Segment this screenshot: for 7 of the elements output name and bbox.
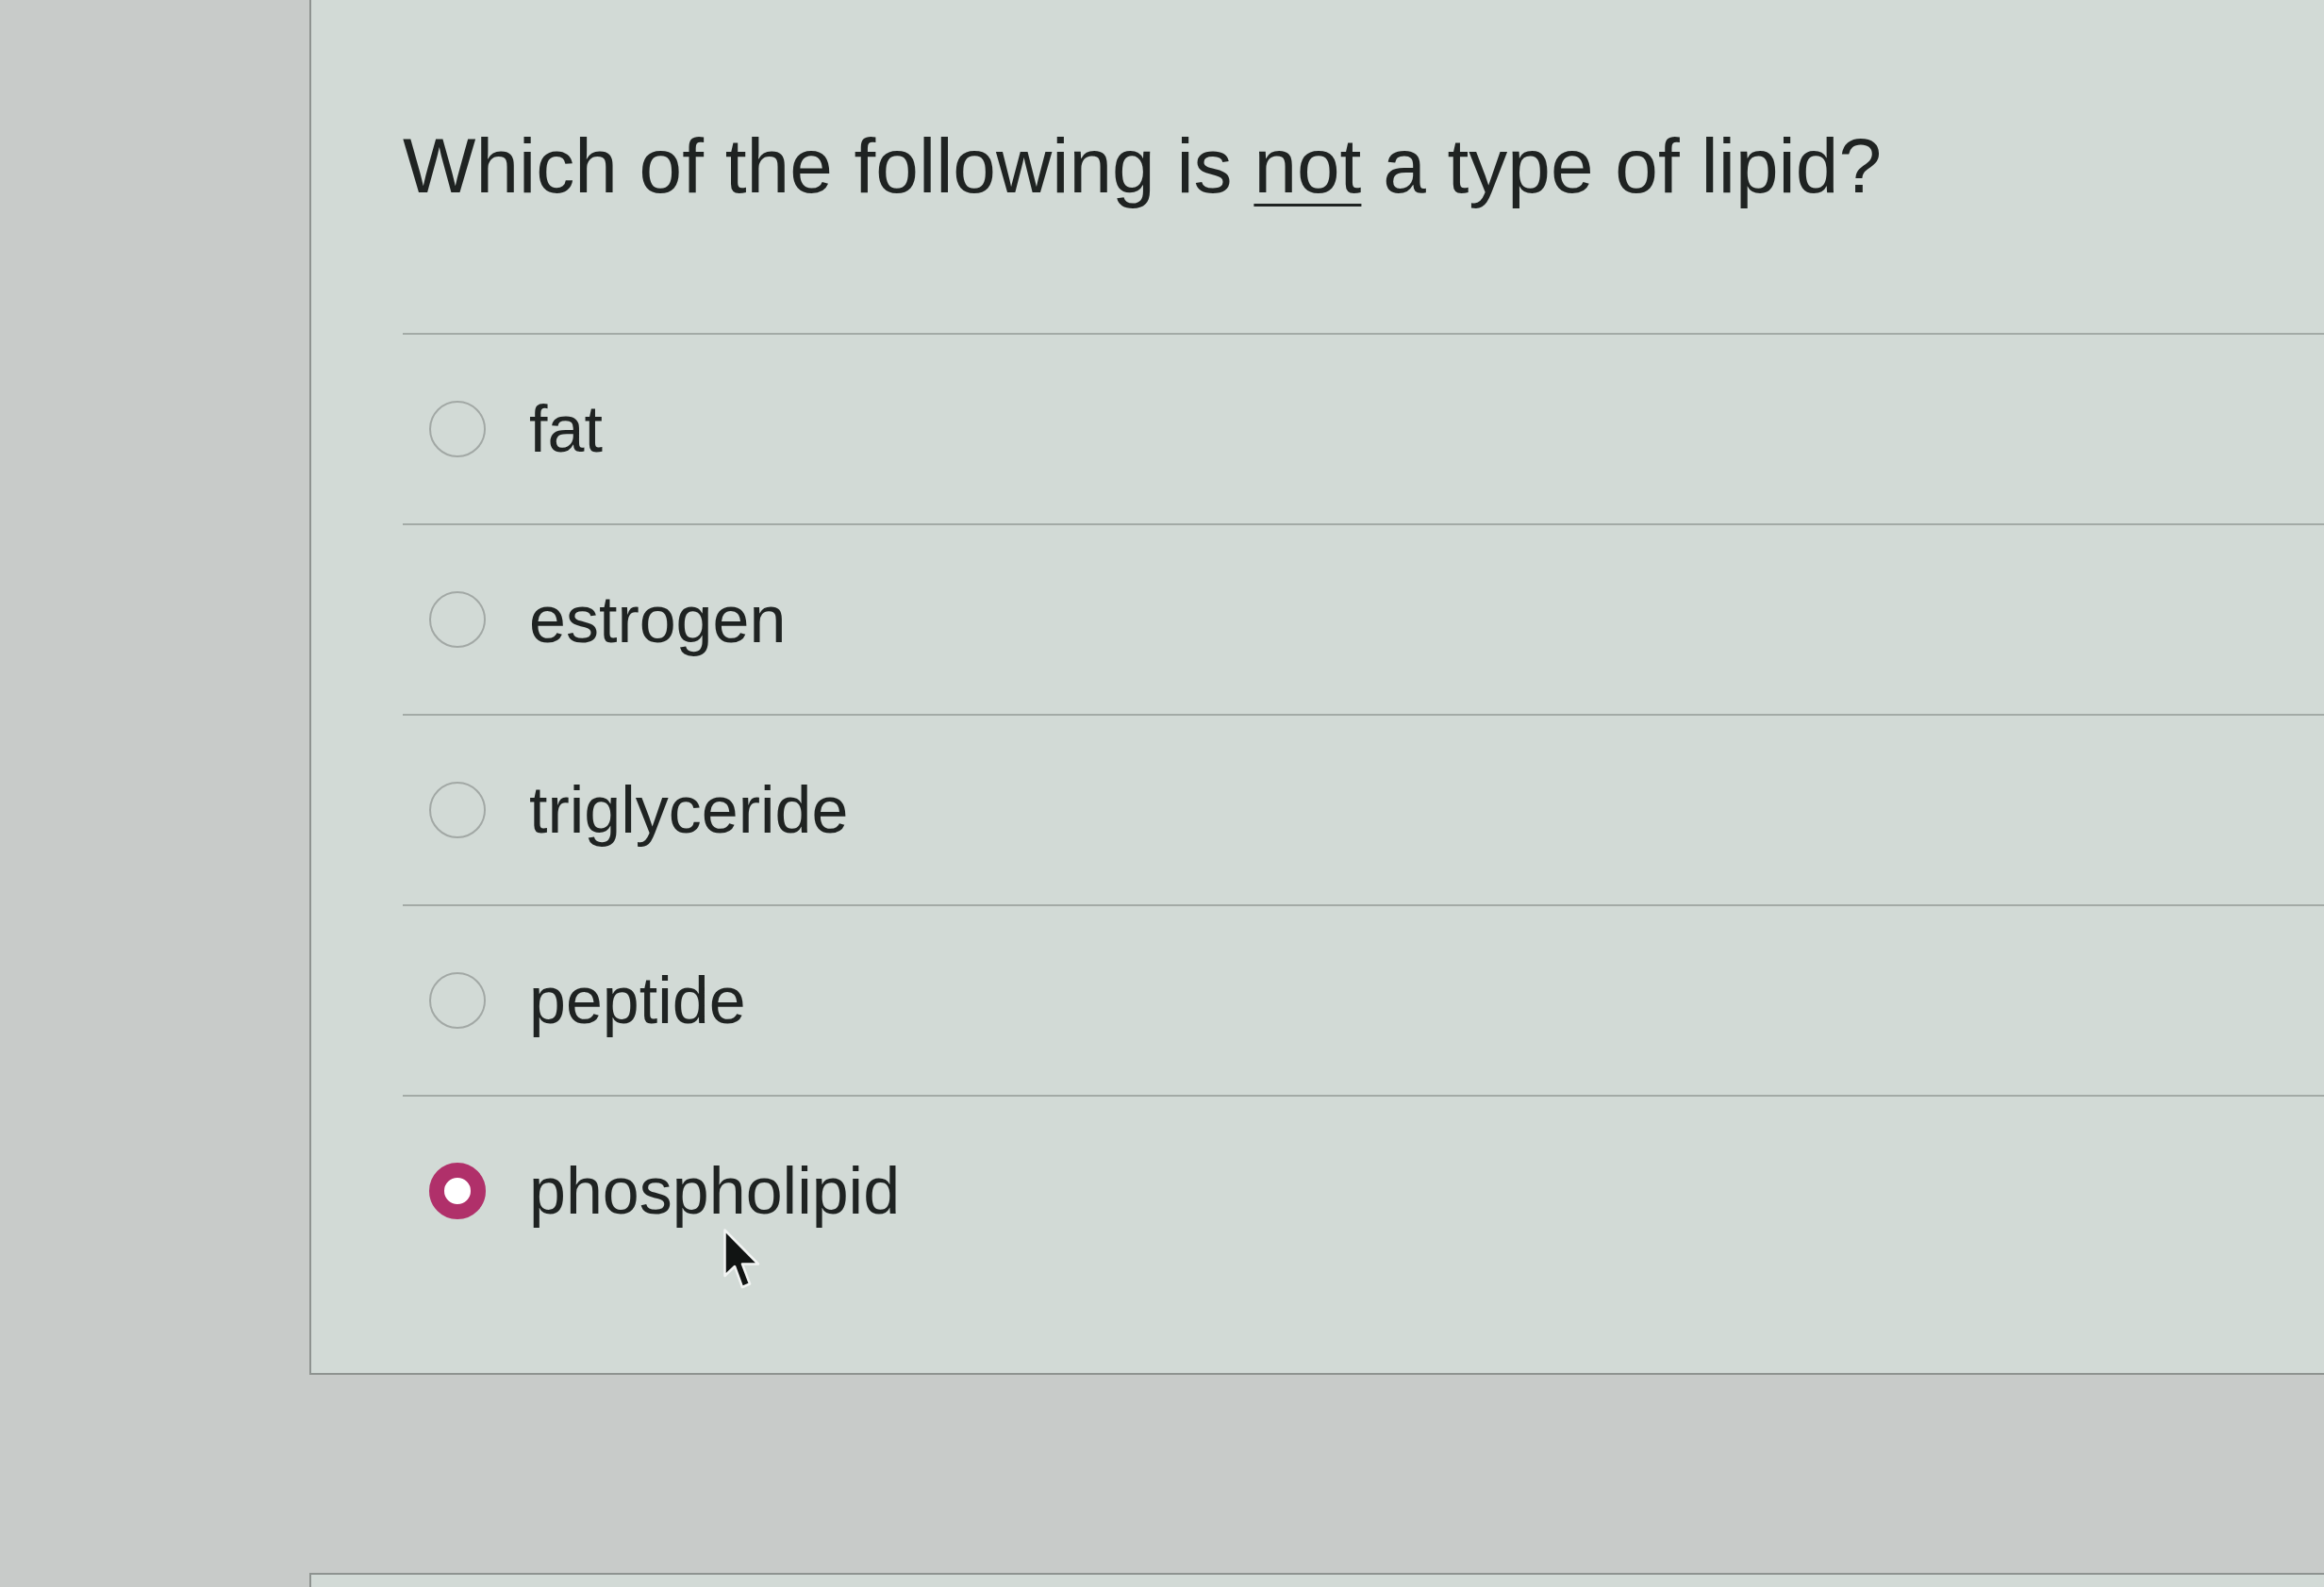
radio-button[interactable]: [429, 972, 486, 1029]
option-label[interactable]: fat: [529, 396, 603, 462]
radio-button[interactable]: [429, 401, 486, 457]
radio-button[interactable]: [429, 782, 486, 838]
cursor-icon: [723, 1229, 761, 1289]
radio-button[interactable]: [429, 591, 486, 648]
radio-button[interactable]: [429, 1163, 486, 1219]
